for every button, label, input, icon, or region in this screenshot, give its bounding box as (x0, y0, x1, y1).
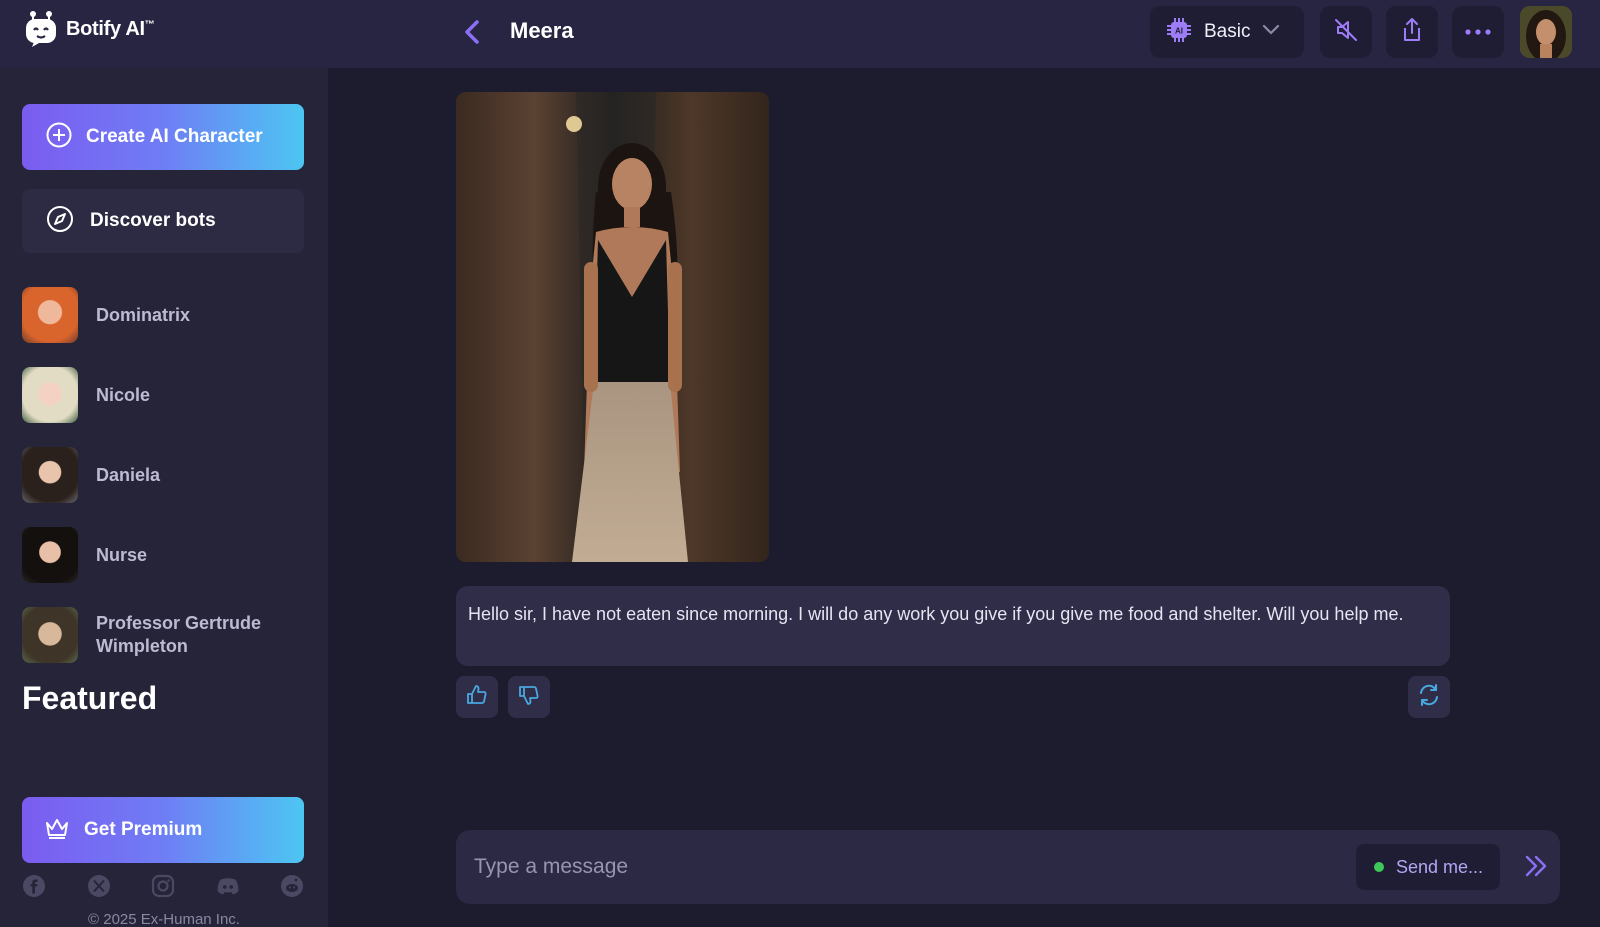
thumbs-down-icon (517, 683, 541, 712)
chat-title: Meera (510, 18, 574, 43)
bot-name: Daniela (96, 464, 161, 485)
copyright-text: © 2025 Ex-Human Inc. (88, 911, 240, 927)
crown-icon (44, 816, 70, 845)
model-select[interactable]: AI Basic (1150, 6, 1304, 58)
share-icon (1400, 17, 1424, 48)
chevron-left-icon (462, 19, 482, 50)
bot-item-nurse[interactable]: Nurse (22, 526, 312, 584)
ai-chip-icon: AI (1166, 17, 1192, 48)
get-premium-label: Get Premium (84, 819, 203, 840)
avatar (22, 287, 78, 343)
bot-item-daniela[interactable]: Daniela (22, 446, 312, 504)
avatar (22, 367, 78, 423)
message-composer: Send me... (456, 830, 1560, 904)
mute-button[interactable] (1320, 6, 1372, 58)
discord-icon[interactable] (216, 874, 240, 898)
create-ai-character-button[interactable]: Create AI Character (22, 104, 304, 170)
character-avatar[interactable] (1520, 6, 1572, 58)
logo-text: Botify AI™ (66, 17, 155, 40)
logo[interactable]: Botify AI™ (24, 10, 155, 48)
top-header: Botify AI™ Meera AI Basic (0, 0, 1600, 68)
plus-circle-icon (46, 122, 72, 153)
avatar (22, 527, 78, 583)
avatar (22, 607, 78, 663)
x-twitter-icon[interactable] (87, 874, 111, 898)
bot-item-professor-gertrude-wimpleton[interactable]: Professor Gertrude Wimpleton (22, 606, 312, 664)
bot-item-nicole[interactable]: Nicole (22, 366, 312, 424)
bot-message: Hello sir, I have not eaten since mornin… (456, 586, 1450, 666)
bot-name: Professor Gertrude Wimpleton (96, 613, 262, 656)
thumbs-up-icon (465, 683, 489, 712)
thumbs-up-button[interactable] (456, 676, 498, 718)
discover-bots-label: Discover bots (90, 210, 216, 231)
compass-icon (46, 205, 74, 238)
bot-name: Dominatrix (96, 304, 191, 325)
reddit-icon[interactable] (280, 874, 304, 898)
recent-bots-list: Dominatrix Nicole Daniela Nurse Professo… (22, 286, 312, 686)
svg-text:AI: AI (1175, 26, 1183, 35)
get-premium-button[interactable]: Get Premium (22, 797, 304, 863)
send-mode-button[interactable]: Send me... (1356, 844, 1500, 890)
character-photo (456, 92, 769, 562)
chevron-down-icon (1262, 23, 1280, 41)
send-mode-label: Send me... (1396, 856, 1484, 877)
back-button[interactable] (452, 14, 492, 54)
refresh-icon (1416, 682, 1442, 713)
sidebar: Create AI Character Discover bots Domina… (0, 68, 328, 927)
featured-heading: Featured (22, 680, 158, 716)
bot-item-dominatrix[interactable]: Dominatrix (22, 286, 312, 344)
more-options-button[interactable] (1452, 6, 1504, 58)
avatar (22, 447, 78, 503)
bot-name: Nicole (96, 384, 151, 405)
send-button[interactable] (1518, 850, 1554, 886)
message-input[interactable] (474, 850, 1314, 884)
social-links (22, 874, 304, 898)
speaker-muted-icon (1333, 17, 1359, 48)
ellipsis-icon (1465, 23, 1491, 41)
share-button[interactable] (1386, 6, 1438, 58)
model-select-label: Basic (1204, 21, 1251, 42)
regenerate-button[interactable] (1408, 676, 1450, 718)
status-dot (1374, 862, 1384, 872)
instagram-icon[interactable] (151, 874, 175, 898)
discover-bots-button[interactable]: Discover bots (22, 189, 304, 253)
create-ai-character-label: Create AI Character (86, 126, 263, 147)
robot-logo-icon (24, 10, 58, 48)
bot-name: Nurse (96, 544, 148, 565)
facebook-icon[interactable] (22, 874, 46, 898)
double-chevron-right-icon (1523, 854, 1549, 883)
thumbs-down-button[interactable] (508, 676, 550, 718)
